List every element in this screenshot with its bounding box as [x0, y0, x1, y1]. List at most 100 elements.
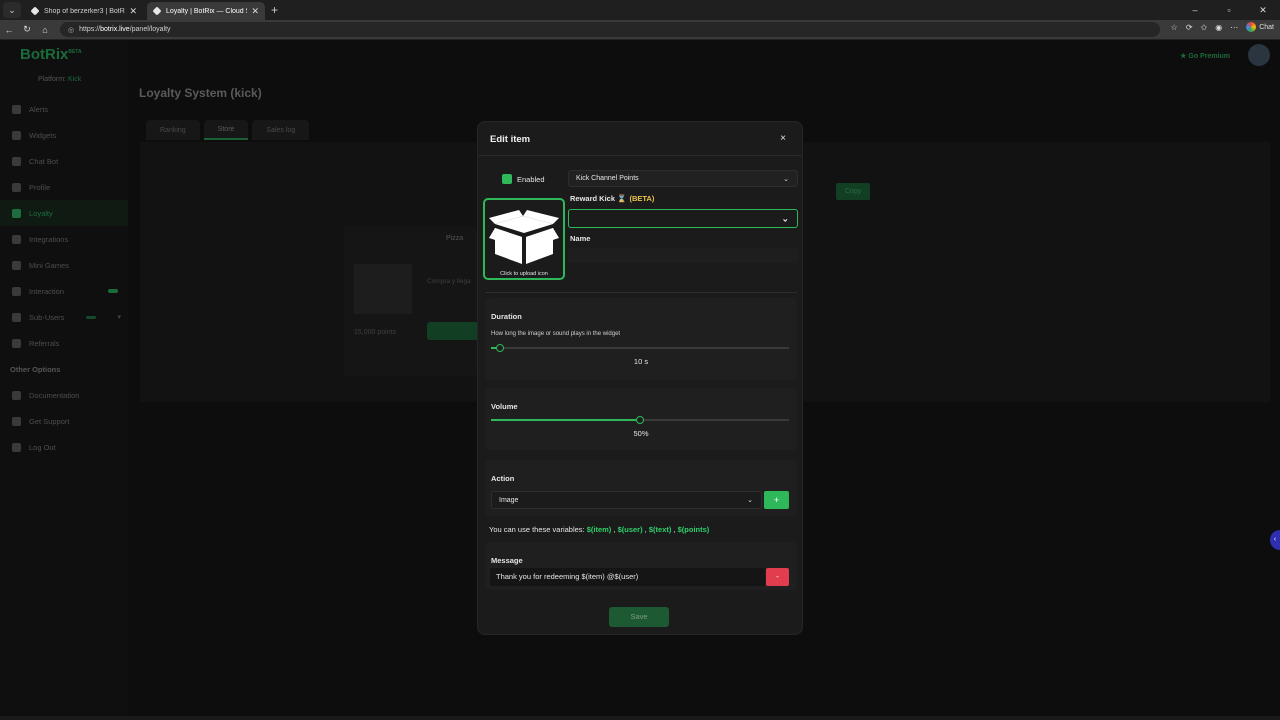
- botrix-logo[interactable]: BotRixBETA: [20, 46, 82, 63]
- duration-value: 10 s: [633, 357, 649, 366]
- reward-kick-label: Reward Kick ⌛ (BETA): [570, 194, 655, 203]
- chat-button[interactable]: Chat: [1246, 22, 1274, 32]
- maximize-button[interactable]: ▫: [1212, 0, 1246, 20]
- save-button[interactable]: Save: [609, 607, 669, 627]
- sidebar-item-integrations[interactable]: Integrations: [0, 226, 128, 252]
- copy-button[interactable]: Copy: [836, 183, 870, 200]
- duration-label: Duration: [491, 312, 522, 321]
- browser-tab-shop[interactable]: Shop of berzerker3 | BotRix — Clo ✕: [25, 2, 143, 20]
- logout-icon: [12, 442, 21, 452]
- close-window-button[interactable]: ✕: [1246, 0, 1280, 20]
- referral-icon: [12, 338, 21, 348]
- sidebar-item-loyalty[interactable]: Loyalty: [0, 200, 128, 226]
- sidebar-item-mini-games[interactable]: Mini Games: [0, 252, 128, 278]
- minimize-button[interactable]: –: [1178, 0, 1212, 20]
- sidebar: BotRixBETA Platform: Kick Alerts Widgets…: [0, 40, 128, 716]
- browser-tab-loyalty[interactable]: Loyalty | BotRix — Cloud Streamin ✕: [147, 2, 265, 20]
- icon-uploader[interactable]: Click to upload icon: [483, 198, 565, 280]
- users-icon: [12, 312, 21, 322]
- volume-slider-handle[interactable]: [636, 416, 644, 424]
- sidebar-item-referrals[interactable]: Referrals: [0, 330, 128, 356]
- go-premium-link[interactable]: ★ Go Premium: [1180, 52, 1230, 60]
- sidebar-item-widgets[interactable]: Widgets: [0, 122, 128, 148]
- plug-icon: [12, 234, 21, 244]
- variable-item: $(item): [586, 525, 612, 534]
- url-path: /panel/loyalty: [129, 26, 171, 33]
- sidebar-item-documentation[interactable]: Documentation: [0, 382, 128, 408]
- duration-slider-handle[interactable]: [495, 344, 504, 352]
- enabled-label: Enabled: [517, 174, 545, 184]
- tab-sales-log[interactable]: Sales log: [252, 120, 310, 140]
- variables-hint: You can use these variables: $(item) , $…: [489, 525, 710, 534]
- back-icon[interactable]: ←: [0, 25, 18, 35]
- remove-message-button[interactable]: -: [766, 568, 789, 586]
- chat-label: Chat: [1259, 23, 1274, 31]
- tab-strip: ⌄ Shop of berzerker3 | BotRix — Clo ✕ Lo…: [0, 0, 1280, 20]
- modal-header: Edit item ×: [478, 122, 802, 156]
- logo-beta: BETA: [68, 49, 82, 55]
- box-icon: [354, 264, 412, 314]
- favorites-icon[interactable]: ✩: [1201, 23, 1208, 32]
- address-bar-row: ← ↻ ⌂ ◎ https://botrix.live/panel/loyalt…: [0, 20, 1280, 40]
- message-input[interactable]: Thank you for redeeming $(item) @$(user): [490, 568, 765, 586]
- tab-search-button[interactable]: ⌄: [3, 2, 21, 18]
- beta-badge: [86, 315, 96, 319]
- add-action-button[interactable]: +: [764, 491, 789, 509]
- close-tab-icon[interactable]: ✕: [129, 6, 137, 17]
- variable-text: $(text): [648, 525, 672, 534]
- tab-title: Shop of berzerker3 | BotRix — Clo: [44, 7, 125, 15]
- action-select[interactable]: Image ⌄: [491, 491, 762, 509]
- bookmark-star-icon[interactable]: ☆: [1171, 23, 1178, 32]
- chevron-down-icon: ⌄: [783, 175, 789, 183]
- points-source-select[interactable]: Kick Channel Points ⌄: [568, 170, 798, 187]
- url-field[interactable]: ◎ https://botrix.live/panel/loyalty: [60, 22, 1160, 37]
- sidebar-item-interaction[interactable]: Interaction: [0, 278, 128, 304]
- user-avatar[interactable]: [1248, 44, 1270, 66]
- platform-indicator: Platform: Kick: [38, 76, 82, 83]
- home-icon[interactable]: ⌂: [36, 25, 54, 35]
- botrix-favicon-icon: [30, 6, 40, 16]
- shop-item-description: Compra y llega: [427, 278, 471, 285]
- page-title: Loyalty System (kick): [139, 86, 262, 100]
- close-icon[interactable]: ×: [780, 133, 786, 144]
- sidebar-item-alerts[interactable]: Alerts: [0, 96, 128, 122]
- duration-slider[interactable]: [491, 344, 789, 352]
- sidebar-item-profile[interactable]: Profile: [0, 174, 128, 200]
- chevron-down-icon[interactable]: ▾: [117, 313, 121, 321]
- site-info-icon[interactable]: ◎: [68, 26, 74, 34]
- volume-slider[interactable]: [491, 416, 789, 424]
- variable-user: $(user): [617, 525, 643, 534]
- profile-icon: [12, 182, 21, 192]
- new-tab-icon[interactable]: +: [271, 3, 278, 17]
- copilot-icon: [1246, 22, 1257, 32]
- doc-icon: [12, 390, 21, 400]
- url-host: botrix.live: [100, 26, 130, 33]
- shop-item-card[interactable]: Pizza Compra y llega 15,000 points: [344, 226, 487, 376]
- box-icon: [489, 210, 559, 264]
- reload-icon[interactable]: ↻: [18, 24, 36, 35]
- music-icon: [12, 286, 21, 296]
- extensions-icon[interactable]: ⟳: [1186, 23, 1193, 32]
- sidebar-item-get-support[interactable]: Get Support: [0, 408, 128, 434]
- bot-icon: [12, 156, 21, 166]
- chevron-down-icon: ⌄: [781, 213, 789, 223]
- bell-icon: [12, 104, 21, 114]
- enabled-toggle[interactable]: Enabled: [502, 174, 545, 184]
- close-tab-icon[interactable]: ✕: [251, 6, 259, 17]
- name-input[interactable]: [568, 248, 798, 263]
- sidebar-nav: Alerts Widgets Chat Bot Profile Loyalty …: [0, 96, 128, 460]
- tab-ranking[interactable]: Ranking: [146, 120, 200, 140]
- tab-store[interactable]: Store: [203, 120, 249, 140]
- profile-icon[interactable]: ◉: [1215, 23, 1222, 32]
- menu-icon[interactable]: ⋯: [1230, 23, 1238, 32]
- reward-kick-select[interactable]: ⌄: [568, 209, 798, 228]
- duration-panel: Duration How long the image or sound pla…: [485, 298, 797, 380]
- modal-title: Edit item: [490, 134, 531, 145]
- taskbar-edge: [0, 716, 1280, 720]
- tab-title: Loyalty | BotRix — Cloud Streamin: [166, 7, 247, 15]
- sidebar-item-sub-users[interactable]: Sub-Users ▾: [0, 304, 128, 330]
- enabled-checkbox[interactable]: [502, 174, 512, 184]
- new-badge: [108, 289, 118, 293]
- sidebar-item-chat-bot[interactable]: Chat Bot: [0, 148, 128, 174]
- sidebar-item-log-out[interactable]: Log Out: [0, 434, 128, 460]
